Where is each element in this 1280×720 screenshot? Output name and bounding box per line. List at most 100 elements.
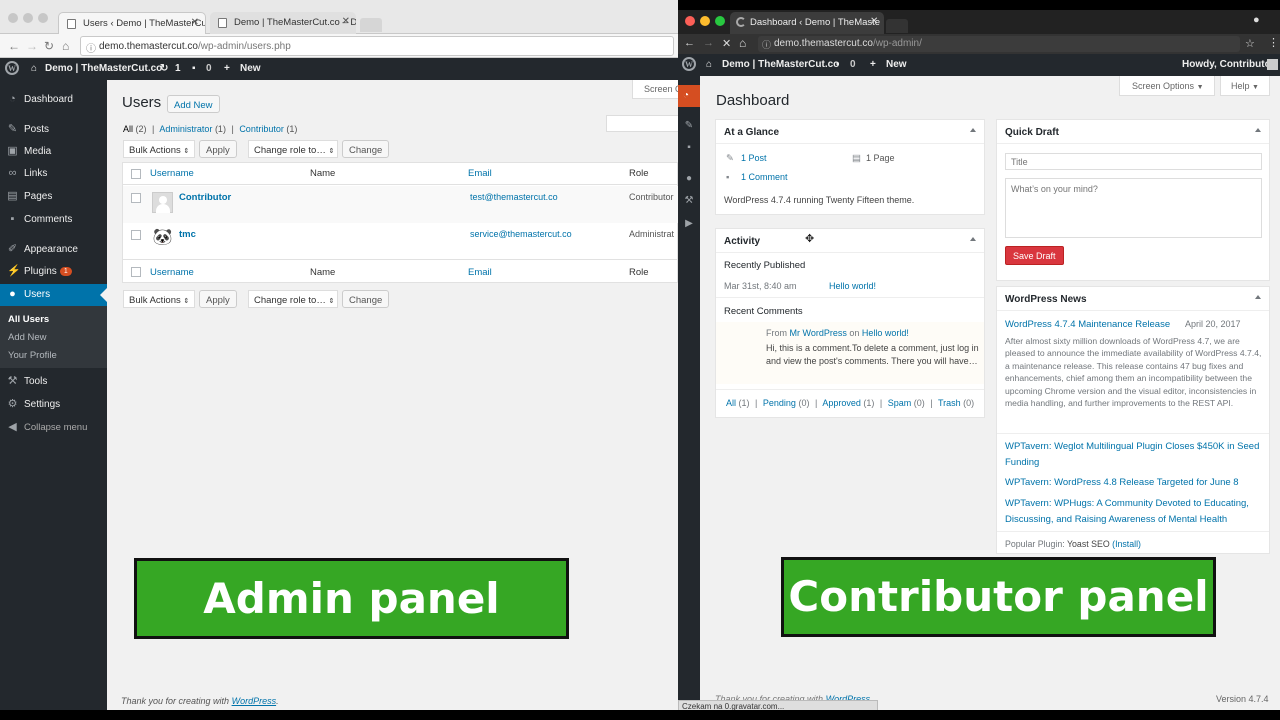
row-checkbox[interactable] bbox=[131, 193, 141, 203]
username-link[interactable]: tmc bbox=[179, 229, 196, 240]
username-column-footer[interactable]: Username bbox=[150, 267, 194, 278]
new-tab-button[interactable] bbox=[360, 18, 382, 32]
filter-administrator[interactable]: Administrator bbox=[159, 124, 212, 134]
change-role-select-bottom[interactable]: Change role to… ⇕ bbox=[248, 290, 338, 308]
plus-icon[interactable]: + bbox=[870, 59, 876, 70]
back-icon[interactable]: ← bbox=[8, 39, 20, 53]
comment-icon[interactable]: ▪ bbox=[683, 142, 695, 154]
forward-icon[interactable]: → bbox=[703, 37, 714, 49]
email-column-footer[interactable]: Email bbox=[468, 267, 492, 278]
draft-content-textarea[interactable] bbox=[1005, 178, 1262, 238]
close-window-button[interactable] bbox=[8, 13, 18, 23]
home-icon[interactable]: ⌂ bbox=[62, 39, 69, 53]
new-content-link[interactable]: New bbox=[886, 59, 907, 70]
url-input[interactable]: ⓘ demo.themastercut.co/wp-admin/ bbox=[758, 36, 1240, 52]
new-content-link[interactable]: New bbox=[240, 63, 261, 74]
menu-settings[interactable]: ⚙ Settings bbox=[0, 394, 107, 416]
menu-posts[interactable]: ✎ Posts bbox=[0, 119, 107, 141]
email-column-header[interactable]: Email bbox=[468, 168, 492, 179]
select-all-checkbox-footer[interactable] bbox=[131, 267, 141, 277]
menu-dashboard[interactable]: ◔ Dashboard bbox=[0, 89, 107, 111]
widget-header[interactable]: WordPress News bbox=[997, 287, 1269, 311]
menu-pages[interactable]: ▤ Pages bbox=[0, 186, 107, 208]
toggle-arrow-icon[interactable] bbox=[1255, 128, 1261, 132]
filter-contributor[interactable]: Contributor bbox=[239, 124, 284, 134]
filter-spam-comments[interactable]: Spam bbox=[888, 398, 912, 408]
menu-tools[interactable]: ⚒ Tools bbox=[0, 371, 107, 393]
tab-demo[interactable]: Demo | TheMasterCut.co – De ✕ bbox=[210, 12, 356, 34]
news-main-link[interactable]: WordPress 4.7.4 Maintenance Release bbox=[1005, 319, 1170, 330]
draft-title-input[interactable] bbox=[1005, 153, 1262, 170]
comments-count[interactable]: 0 bbox=[206, 63, 212, 74]
toggle-arrow-icon[interactable] bbox=[970, 128, 976, 132]
submenu-your-profile[interactable]: Your Profile bbox=[0, 346, 107, 364]
news-item-link[interactable]: WPTavern: Weglot Multilingual Plugin Clo… bbox=[1005, 439, 1265, 470]
menu-dots-icon[interactable]: ⋮ bbox=[1268, 36, 1279, 49]
wrench-icon[interactable]: ⚒ bbox=[683, 195, 695, 207]
home-icon[interactable]: ⌂ bbox=[739, 36, 746, 50]
updates-count[interactable]: 1 bbox=[175, 63, 181, 74]
row-checkbox[interactable] bbox=[131, 230, 141, 240]
url-input[interactable]: ⓘ demo.themastercut.co/wp-admin/users.ph… bbox=[80, 36, 674, 56]
comments-icon[interactable]: ▪ bbox=[836, 59, 840, 70]
change-role-select[interactable]: Change role to… ⇕ bbox=[248, 140, 338, 158]
widget-header[interactable]: At a Glance bbox=[716, 120, 984, 144]
username-link[interactable]: Contributor bbox=[179, 192, 231, 203]
user-profile-icon[interactable]: ● bbox=[1253, 14, 1260, 26]
comments-icon[interactable]: ▪ bbox=[192, 63, 196, 74]
comment-post-link[interactable]: Hello world! bbox=[862, 328, 909, 338]
minimize-window-button[interactable] bbox=[23, 13, 33, 23]
stop-icon[interactable]: ✕ bbox=[722, 37, 731, 50]
filter-pending-comments[interactable]: Pending bbox=[763, 398, 796, 408]
menu-plugins[interactable]: ⚡ Plugins 1 bbox=[0, 261, 107, 283]
close-tab-icon[interactable]: ✕ bbox=[870, 16, 878, 27]
news-item-link[interactable]: WPTavern: WPHugs: A Community Devoted to… bbox=[1005, 496, 1265, 527]
menu-media[interactable]: ▣ Media bbox=[0, 141, 107, 163]
minimize-window-button[interactable] bbox=[700, 16, 710, 26]
users-icon[interactable]: ● bbox=[683, 173, 695, 185]
pin-icon[interactable]: ✎ bbox=[683, 120, 695, 132]
forward-icon[interactable]: → bbox=[26, 39, 38, 53]
screen-options-button[interactable]: Screen O bbox=[632, 80, 678, 99]
username-column-header[interactable]: Username bbox=[150, 168, 194, 179]
menu-users[interactable]: ● Users bbox=[0, 284, 107, 306]
wordpress-logo-icon[interactable]: W bbox=[5, 61, 19, 75]
menu-dashboard[interactable]: ◔ bbox=[678, 85, 700, 107]
comment-author-link[interactable]: Mr WordPress bbox=[790, 328, 847, 338]
add-new-button[interactable]: Add New bbox=[167, 95, 220, 113]
comments-count[interactable]: 0 bbox=[850, 59, 856, 70]
search-users-input[interactable] bbox=[606, 115, 678, 132]
tab-users[interactable]: Users ‹ Demo | TheMasterCut ✕ bbox=[58, 12, 206, 34]
bulk-actions-select-bottom[interactable]: Bulk Actions ⇕ bbox=[123, 290, 195, 308]
updates-icon[interactable]: ↻ bbox=[160, 63, 168, 74]
bookmark-star-icon[interactable]: ☆ bbox=[1245, 37, 1255, 50]
save-draft-button[interactable]: Save Draft bbox=[1005, 246, 1064, 265]
submenu-add-new[interactable]: Add New bbox=[0, 328, 107, 346]
close-tab-icon[interactable]: ✕ bbox=[191, 17, 199, 28]
published-post-link[interactable]: Hello world! bbox=[829, 281, 876, 291]
toggle-arrow-icon[interactable] bbox=[970, 237, 976, 241]
menu-comments[interactable]: ▪ Comments bbox=[0, 209, 107, 231]
posts-count-link[interactable]: 1 Post bbox=[741, 153, 767, 163]
news-item-link[interactable]: WPTavern: WordPress 4.8 Release Targeted… bbox=[1005, 475, 1265, 491]
site-name-link[interactable]: Demo | TheMasterCut.co bbox=[45, 63, 162, 74]
apply-button[interactable]: Apply bbox=[199, 140, 237, 158]
wordpress-logo-icon[interactable]: W bbox=[682, 57, 696, 71]
plus-icon[interactable]: + bbox=[224, 63, 230, 74]
screen-options-button[interactable]: Screen Options ▼ bbox=[1119, 76, 1215, 96]
site-name-link[interactable]: Demo | TheMasterCut.co bbox=[722, 59, 839, 70]
back-icon[interactable]: ← bbox=[684, 37, 695, 49]
comments-count-link[interactable]: 1 Comment bbox=[741, 172, 788, 182]
bulk-actions-select[interactable]: Bulk Actions ⇕ bbox=[123, 140, 195, 158]
menu-appearance[interactable]: ✐ Appearance bbox=[0, 239, 107, 261]
close-tab-icon[interactable]: ✕ bbox=[342, 16, 350, 27]
widget-header[interactable]: Activity bbox=[716, 229, 984, 253]
zoom-window-button[interactable] bbox=[38, 13, 48, 23]
filter-trash-comments[interactable]: Trash bbox=[938, 398, 961, 408]
reload-icon[interactable]: ↻ bbox=[44, 39, 54, 53]
filter-all[interactable]: All bbox=[123, 124, 133, 134]
help-button[interactable]: Help ▼ bbox=[1220, 76, 1270, 96]
zoom-window-button[interactable] bbox=[715, 16, 725, 26]
widget-header[interactable]: Quick Draft bbox=[997, 120, 1269, 144]
filter-all-comments[interactable]: All bbox=[726, 398, 736, 408]
